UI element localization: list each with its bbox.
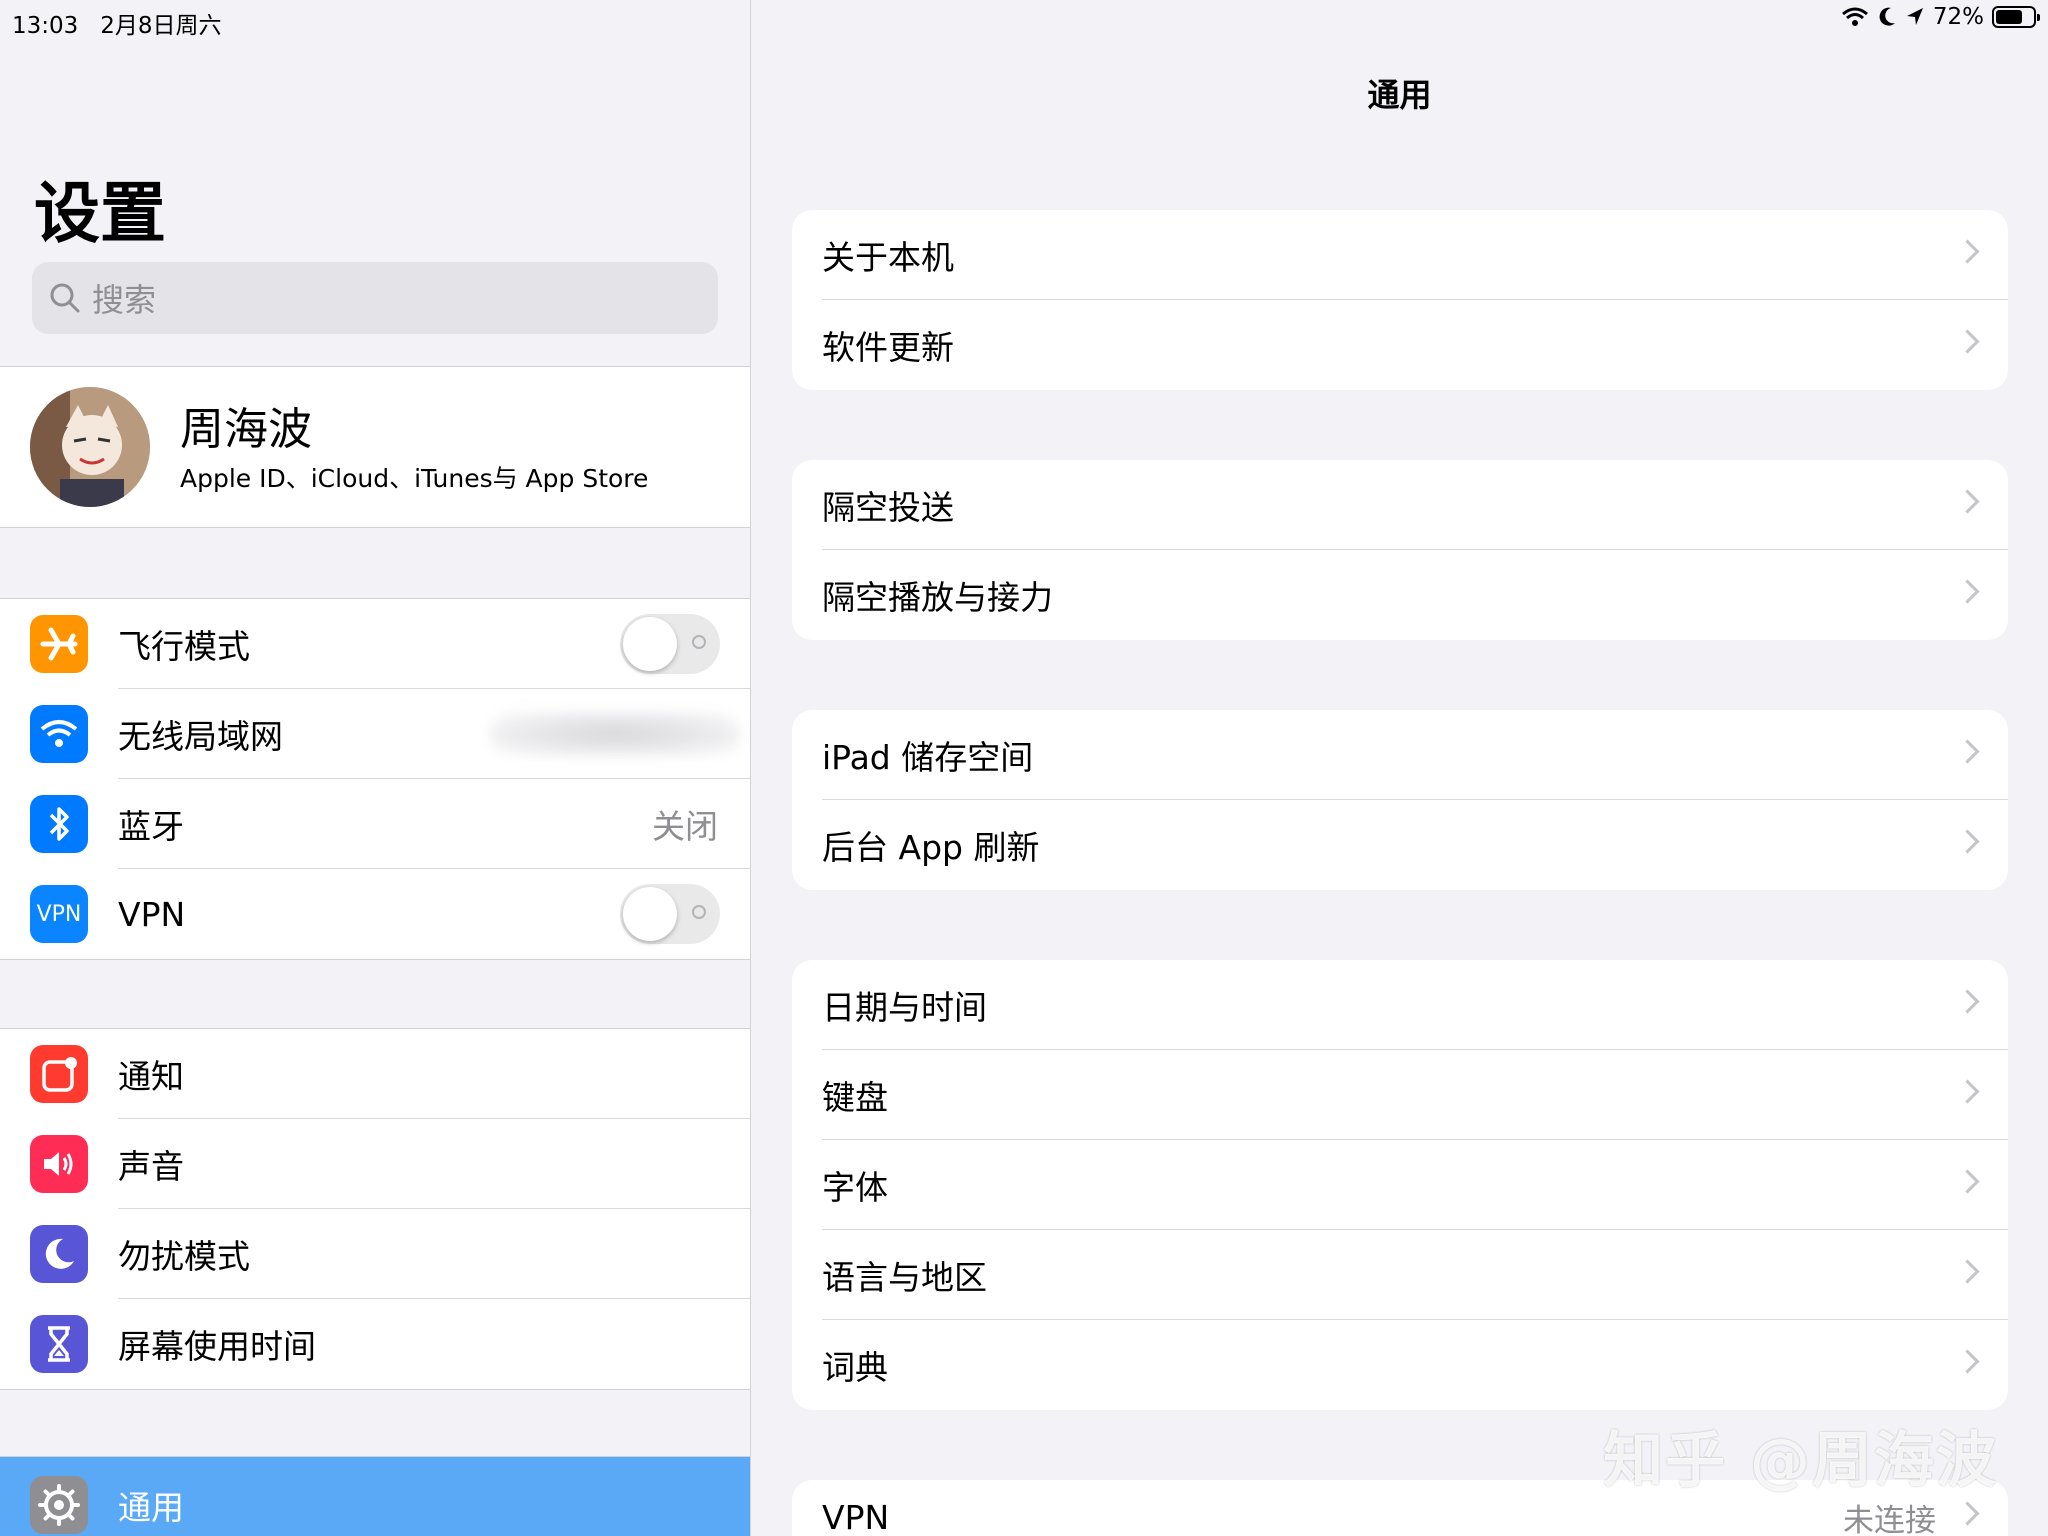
sidebar-item-bluetooth[interactable]: 蓝牙 关闭	[0, 779, 750, 869]
chevron-right-icon	[1955, 489, 1980, 514]
airplane-mode-toggle[interactable]	[620, 614, 720, 674]
row-airdrop[interactable]: 隔空投送	[792, 460, 2008, 550]
chevron-right-icon	[1955, 829, 1980, 854]
location-status-icon	[1906, 8, 1923, 25]
vpn-status: 未连接	[1843, 1502, 1936, 1536]
vpn-icon: VPN	[30, 885, 88, 943]
sidebar-item-label: 飞行模式	[118, 627, 250, 666]
row-label: 词典	[822, 1348, 888, 1387]
chevron-right-icon	[1955, 739, 1980, 764]
profile-subtitle: Apple ID、iCloud、iTunes与 App Store	[180, 464, 649, 493]
sidebar-item-label: 通知	[118, 1057, 184, 1096]
row-label: 隔空投送	[822, 488, 954, 527]
moon-icon	[30, 1225, 88, 1283]
detail-pane: 通用 关于本机 软件更新 隔空投送 隔空播放与接力 iPad 储存空间 后台 A…	[751, 0, 2048, 1536]
row-label: 日期与时间	[822, 988, 987, 1027]
profile-row[interactable]: 周海波 Apple ID、iCloud、iTunes与 App Store	[0, 366, 750, 528]
airdrop-group: 隔空投送 隔空播放与接力	[792, 460, 2008, 640]
profile-name: 周海波	[180, 404, 312, 455]
chevron-right-icon	[1955, 1079, 1980, 1104]
sidebar-item-wifi[interactable]: 无线局域网	[0, 689, 750, 779]
row-fonts[interactable]: 字体	[792, 1140, 2008, 1230]
sidebar-item-label: 声音	[118, 1147, 184, 1186]
row-label: 后台 App 刷新	[822, 828, 1040, 867]
bluetooth-icon	[30, 795, 88, 853]
status-date: 2月8日周六	[100, 13, 222, 39]
hourglass-icon	[30, 1315, 88, 1373]
general-group: 通用	[0, 1456, 750, 1536]
sound-icon	[30, 1135, 88, 1193]
sidebar-item-label: 无线局域网	[118, 717, 283, 756]
status-time-date: 13:03 2月8日周六	[12, 6, 222, 40]
row-ipad-storage[interactable]: iPad 储存空间	[792, 710, 2008, 800]
watermark: 知乎 @周海波	[1603, 1426, 1998, 1496]
vpn-toggle[interactable]	[620, 884, 720, 944]
chevron-right-icon	[1955, 1501, 1980, 1526]
row-software-update[interactable]: 软件更新	[792, 300, 2008, 390]
battery-percent: 72%	[1932, 4, 1984, 30]
gear-icon	[30, 1476, 88, 1534]
row-keyboard[interactable]: 键盘	[792, 1050, 2008, 1140]
sidebar-item-label: 通用	[118, 1488, 184, 1527]
wifi-icon	[30, 705, 88, 763]
avatar	[30, 387, 150, 507]
sidebar: 设置 搜索 周海波 Apple ID、iCloud、iTunes与 App St…	[0, 0, 751, 1536]
chevron-right-icon	[1955, 1169, 1980, 1194]
row-label: 关于本机	[822, 238, 954, 277]
row-label: iPad 储存空间	[822, 738, 1034, 777]
sidebar-item-notifications[interactable]: 通知	[0, 1029, 750, 1119]
about-group: 关于本机 软件更新	[792, 210, 2008, 390]
date-keyboard-group: 日期与时间 键盘 字体 语言与地区 词典	[792, 960, 2008, 1410]
wifi-status-icon	[1841, 7, 1868, 26]
sidebar-item-vpn[interactable]: VPN VPN	[0, 869, 750, 959]
sidebar-item-label: 蓝牙	[118, 807, 184, 846]
search-icon	[50, 283, 80, 313]
row-about[interactable]: 关于本机	[792, 210, 2008, 300]
chevron-right-icon	[1955, 1259, 1980, 1284]
chevron-right-icon	[1955, 1349, 1980, 1374]
status-bar: 13:03 2月8日周六 72%	[0, 0, 2048, 40]
airplane-icon	[30, 615, 88, 673]
page-title: 通用	[1367, 76, 1432, 114]
chevron-right-icon	[1955, 989, 1980, 1014]
sidebar-item-label: 屏幕使用时间	[118, 1327, 316, 1366]
wifi-network-name-blurred	[490, 712, 740, 756]
sidebar-item-general[interactable]: 通用	[0, 1457, 750, 1536]
status-time: 13:03	[12, 13, 79, 39]
row-label: 字体	[822, 1168, 888, 1207]
battery-icon	[1992, 6, 2040, 28]
row-label: 隔空播放与接力	[822, 578, 1053, 617]
chevron-right-icon	[1955, 329, 1980, 354]
sidebar-item-screen-time[interactable]: 屏幕使用时间	[0, 1299, 750, 1389]
sidebar-item-sound[interactable]: 声音	[0, 1119, 750, 1209]
sidebar-item-airplane-mode[interactable]: 飞行模式	[0, 599, 750, 689]
bluetooth-status: 关闭	[652, 807, 718, 846]
connectivity-group: 飞行模式 无线局域网 蓝牙 关闭 VPN VPN	[0, 598, 750, 960]
sidebar-item-label: VPN	[118, 894, 186, 934]
row-label: 软件更新	[822, 328, 954, 367]
row-label: 语言与地区	[822, 1258, 987, 1297]
sidebar-title: 设置	[34, 175, 166, 252]
status-right: 72%	[1841, 4, 2040, 30]
chevron-right-icon	[1955, 579, 1980, 604]
search-input[interactable]: 搜索	[32, 262, 718, 334]
row-date-time[interactable]: 日期与时间	[792, 960, 2008, 1050]
chevron-right-icon	[1955, 239, 1980, 264]
search-placeholder: 搜索	[92, 281, 157, 319]
row-label: 键盘	[822, 1078, 888, 1117]
moon-status-icon	[1879, 7, 1895, 26]
row-background-app-refresh[interactable]: 后台 App 刷新	[792, 800, 2008, 890]
storage-group: iPad 储存空间 后台 App 刷新	[792, 710, 2008, 890]
row-language-region[interactable]: 语言与地区	[792, 1230, 2008, 1320]
row-airplay-handoff[interactable]: 隔空播放与接力	[792, 550, 2008, 640]
sidebar-item-label: 勿扰模式	[118, 1237, 250, 1276]
row-dictionary[interactable]: 词典	[792, 1320, 2008, 1410]
sidebar-item-do-not-disturb[interactable]: 勿扰模式	[0, 1209, 750, 1299]
notifications-icon	[30, 1045, 88, 1103]
notifications-group: 通知 声音 勿扰模式 屏幕使用时间	[0, 1028, 750, 1390]
row-label: VPN	[822, 1497, 890, 1536]
